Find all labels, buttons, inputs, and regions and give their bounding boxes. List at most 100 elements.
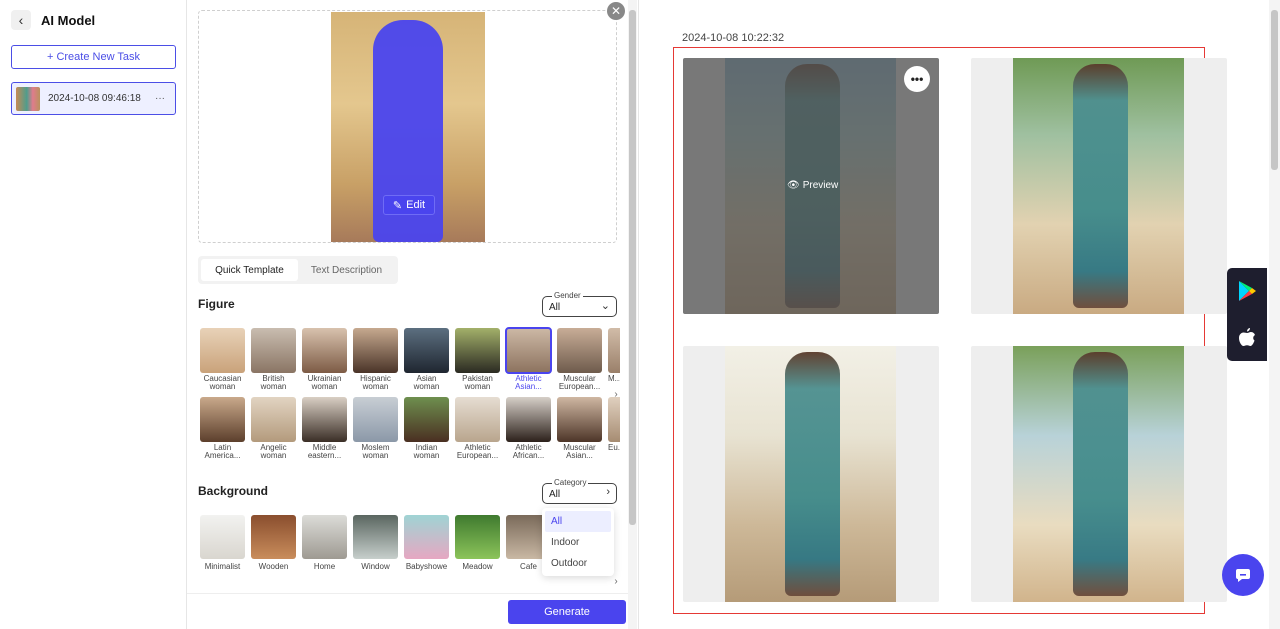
figure-card[interactable]: Indian woman xyxy=(404,397,449,460)
editor-panel: ✎ Edit ✕ Quick Template Text Description… xyxy=(187,0,639,629)
figure-thumbnail xyxy=(506,397,551,442)
task-sidebar: ‹ AI Model + Create New Task 2024-10-08 … xyxy=(0,0,187,629)
result-grid: 👁 Preview ••• xyxy=(673,47,1227,614)
background-card[interactable]: Wooden xyxy=(251,515,296,571)
eye-icon: 👁 xyxy=(787,180,800,191)
google-play-icon[interactable] xyxy=(1236,280,1258,302)
background-grid: Minimalist Wooden Home Window Babyshowe … xyxy=(200,515,551,571)
chat-bubble-icon xyxy=(1236,569,1250,582)
model-figure xyxy=(1073,64,1128,308)
edit-button[interactable]: ✎ Edit xyxy=(383,195,435,215)
figure-thumbnail xyxy=(353,328,398,373)
category-value: All xyxy=(549,489,561,500)
dropdown-option-outdoor[interactable]: Outdoor xyxy=(545,553,611,574)
results-scrollbar[interactable] xyxy=(1269,0,1280,629)
model-figure xyxy=(1073,352,1128,596)
figure-card[interactable]: Muscular Asian... xyxy=(557,397,602,460)
background-card[interactable]: Minimalist xyxy=(200,515,245,571)
tab-text-description[interactable]: Text Description xyxy=(298,259,395,281)
task-list-item[interactable]: 2024-10-08 09:46:18 ··· xyxy=(11,82,176,115)
results-panel: 2024-10-08 10:22:32 👁 Preview ••• xyxy=(640,0,1280,629)
generate-button[interactable]: Generate xyxy=(508,600,626,624)
background-thumbnail xyxy=(404,515,449,559)
figure-card[interactable]: Middle eastern... xyxy=(302,397,347,460)
background-label: Wooden xyxy=(258,562,289,571)
back-button[interactable]: ‹ xyxy=(11,10,31,30)
figure-thumbnail xyxy=(200,397,245,442)
result-image-1[interactable]: 👁 Preview ••• xyxy=(683,58,939,314)
background-thumbnail xyxy=(251,515,296,559)
create-new-task-button[interactable]: + Create New Task xyxy=(11,45,176,69)
upload-area[interactable]: ✎ Edit xyxy=(198,10,617,243)
figure-card[interactable]: M... xyxy=(608,328,620,391)
figure-label: Angelic woman xyxy=(260,443,287,460)
scrollbar-thumb[interactable] xyxy=(1271,10,1278,170)
figure-label: Latin America... xyxy=(204,443,241,460)
category-select[interactable]: Category All › xyxy=(542,478,617,504)
scrollbar-thumb[interactable] xyxy=(629,10,636,525)
figure-card[interactable]: Angelic woman xyxy=(251,397,296,460)
background-label: Minimalist xyxy=(204,562,241,571)
figure-thumbnail xyxy=(353,397,398,442)
dropdown-option-indoor[interactable]: Indoor xyxy=(545,532,611,553)
figure-card-selected[interactable]: Athletic Asian... xyxy=(505,327,552,391)
figure-card[interactable]: Caucasian woman xyxy=(200,328,245,391)
figure-label: Athletic African... xyxy=(512,443,545,460)
result-photo xyxy=(1013,346,1184,602)
task-date: 2024-10-08 09:46:18 xyxy=(48,93,141,104)
figure-label: Athletic European... xyxy=(456,443,499,460)
category-dropdown: All Indoor Outdoor xyxy=(542,508,614,576)
gender-legend: Gender xyxy=(552,291,583,301)
background-label: Babyshowe xyxy=(405,562,448,571)
chevron-right-icon[interactable]: › xyxy=(610,574,622,588)
figure-label: Indian woman xyxy=(413,443,440,460)
figure-label: Muscular Asian... xyxy=(563,443,596,460)
editor-scrollbar[interactable] xyxy=(628,0,637,629)
figure-card[interactable]: Latin America... xyxy=(200,397,245,460)
figure-thumbnail xyxy=(404,328,449,373)
pencil-icon: ✎ xyxy=(392,199,403,212)
background-card[interactable]: Babyshowe xyxy=(404,515,449,571)
figure-card[interactable]: Athletic African... xyxy=(506,397,551,460)
result-image-3[interactable] xyxy=(683,346,939,602)
background-card[interactable]: Window xyxy=(353,515,398,571)
close-icon[interactable]: ✕ xyxy=(607,2,625,20)
figure-card[interactable]: Eu... xyxy=(608,397,620,460)
figure-thumbnail xyxy=(608,397,620,442)
background-card[interactable]: Home xyxy=(302,515,347,571)
task-more-icon[interactable]: ··· xyxy=(155,93,165,104)
page-title: AI Model xyxy=(41,12,96,28)
uploaded-image: ✎ Edit xyxy=(331,12,485,242)
figure-card[interactable]: Muscular European... xyxy=(557,328,602,391)
figure-card[interactable]: Pakistan woman xyxy=(455,328,500,391)
figure-label: Moslem woman xyxy=(361,443,390,460)
figure-card[interactable]: Ukrainian woman xyxy=(302,328,347,391)
figure-label: Middle eastern... xyxy=(307,443,342,460)
tab-quick-template[interactable]: Quick Template xyxy=(201,259,298,281)
figure-thumbnail xyxy=(455,397,500,442)
chat-button[interactable] xyxy=(1222,554,1264,596)
background-section-title: Background xyxy=(198,484,269,498)
figure-card[interactable]: Moslem woman xyxy=(353,397,398,460)
figure-label: Eu... xyxy=(608,443,620,452)
figure-card[interactable]: Athletic European... xyxy=(455,397,500,460)
dropdown-option-all[interactable]: All xyxy=(545,511,611,532)
figure-thumbnail xyxy=(251,328,296,373)
figure-card[interactable]: British woman xyxy=(251,328,296,391)
result-image-4[interactable] xyxy=(971,346,1227,602)
result-timestamp: 2024-10-08 10:22:32 xyxy=(682,32,785,44)
figure-thumbnail xyxy=(200,328,245,373)
background-card[interactable]: Meadow xyxy=(455,515,500,571)
app: ‹ AI Model + Create New Task 2024-10-08 … xyxy=(0,0,1280,629)
apple-icon[interactable] xyxy=(1236,326,1258,348)
preview-button[interactable]: 👁 Preview xyxy=(787,180,838,191)
background-label: Window xyxy=(361,562,390,571)
result-image-2[interactable] xyxy=(971,58,1227,314)
figure-grid-row-1: Caucasian woman British woman Ukrainian … xyxy=(200,327,620,391)
figure-card[interactable]: Hispanic woman xyxy=(353,328,398,391)
figure-card[interactable]: Asian woman xyxy=(404,328,449,391)
more-options-icon[interactable]: ••• xyxy=(904,66,930,92)
edit-label: Edit xyxy=(406,199,426,211)
app-store-bar xyxy=(1227,268,1267,361)
gender-select[interactable]: Gender All ⌄ xyxy=(542,291,617,317)
